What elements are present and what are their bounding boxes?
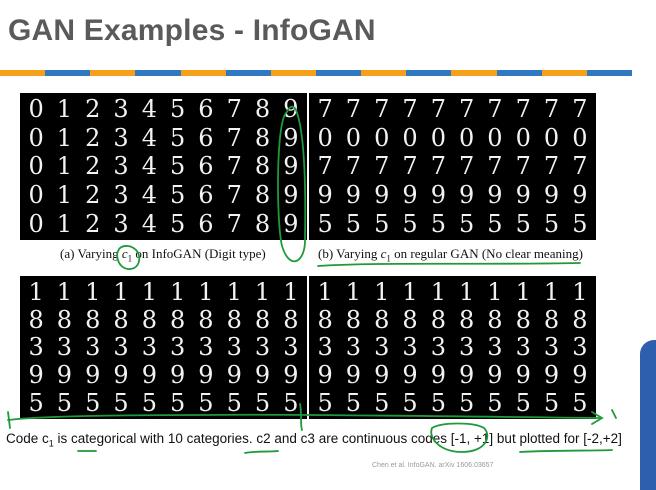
ink-arrow-line <box>7 413 601 421</box>
ink-circle-range <box>430 422 489 453</box>
ink-tick-mid <box>299 403 303 431</box>
ink-underline-plot <box>519 449 613 453</box>
ink-tick-left <box>7 411 11 429</box>
ink-underline-caption-b <box>317 262 581 267</box>
ink-circle-c1 <box>116 245 141 270</box>
ink-underline-c2 <box>244 450 279 454</box>
ink-ellipse-column <box>277 105 307 263</box>
annotation-ink <box>7 105 617 454</box>
ink-tick-right <box>611 409 617 419</box>
